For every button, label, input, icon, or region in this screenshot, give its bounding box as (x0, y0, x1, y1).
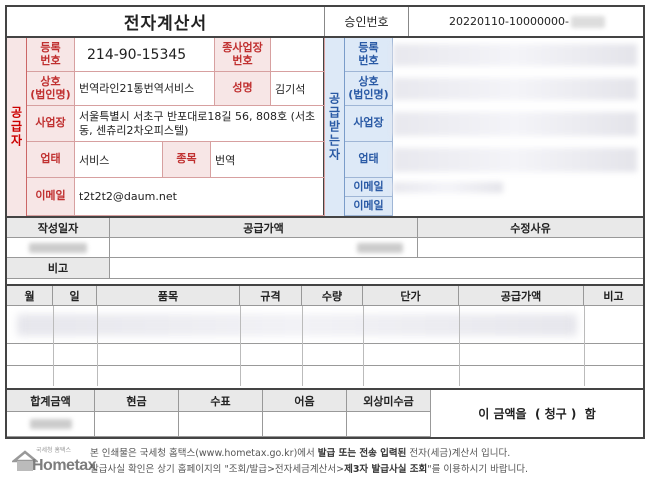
logo-subtitle: 국세청 홈택스 (36, 447, 72, 454)
supplier-address: 서울특별시 서초구 반포대로18길 56, 808호 (서초동, 센츄리2차오피… (75, 106, 325, 142)
col-item: 품목 (97, 286, 240, 306)
table-row (7, 344, 643, 366)
approval-number-label: 승인번호 (325, 7, 409, 36)
table-row (7, 366, 643, 386)
supplier-rep: 김기석 (271, 72, 325, 106)
recipient-name-label: 상호 (법인명) (345, 72, 393, 106)
footer-line-1: 본 인쇄물은 국세청 홈택스(www.hometax.go.kr)에서 발급 또… (90, 445, 510, 459)
supplier-name-label: 상호 (법인명) (27, 72, 75, 106)
credit-label: 외상미수금 (347, 390, 431, 412)
col-qty: 수량 (302, 286, 363, 306)
col-remark: 비고 (584, 286, 643, 306)
supplier-reg-no: 214-90-15345 (75, 38, 215, 72)
total-label: 합계금액 (7, 390, 95, 412)
recipient-reg-no-label: 등록 번호 (345, 38, 393, 72)
recipient-section: 공급받는자 등록 번호 상호 (법인명) 사업장 업태 이메일 이메일 (325, 38, 643, 216)
credit-value (347, 412, 431, 437)
logo-text: Hometax (32, 457, 97, 474)
supplier-rep-label: 성명 (215, 72, 271, 106)
supplier-branch-value (271, 38, 325, 72)
page-title: 전자계산서 (7, 7, 325, 36)
col-amount: 공급가액 (459, 286, 584, 306)
recipient-biztype-label: 업태 (345, 142, 393, 178)
approval-number-value: 20220110-10000000- (449, 15, 569, 28)
supplier-section: 공급자 등록 번호 214-90-15345 종사업장 번호 상호 (법인명) … (7, 38, 325, 216)
cash-label: 현금 (95, 390, 179, 412)
remark-label: 비고 (7, 258, 110, 279)
approval-number-field: 20220110-10000000- (409, 7, 643, 36)
check-label: 수표 (179, 390, 263, 412)
supplier-biztype: 서비스 (75, 142, 163, 178)
col-unit-price: 단가 (363, 286, 459, 306)
supplier-address-label: 사업장 (27, 106, 75, 142)
date-label: 작성일자 (7, 218, 110, 238)
recipient-address-label: 사업장 (345, 106, 393, 142)
note-label: 어음 (263, 390, 347, 412)
footer-line-2: 발급사실 확인은 상기 홈페이지의 "조회/발급>전자세금계산서>제3자 발급사… (90, 461, 528, 475)
reason-value (418, 238, 643, 258)
amount-value (110, 238, 418, 258)
supplier-item-label: 종목 (163, 142, 211, 178)
footer-line-1-bold: 발급 또는 전송 입력된 (317, 448, 407, 459)
amount-label: 공급가액 (110, 218, 418, 238)
footer-line-1-post: 전자(세금)계산서 입니다. (406, 448, 511, 459)
recipient-email1-redacted (393, 182, 503, 193)
items-table: 월 일 품목 규격 수량 단가 공급가액 비고 (7, 284, 643, 386)
footer-line-2-bold: 제3자 발급사실 조회 (344, 464, 428, 475)
footer-line-2-pre: 발급사실 확인은 상기 홈페이지의 "조회/발급>전자세금계산서> (90, 464, 345, 475)
recipient-email1-label: 이메일 (345, 178, 393, 197)
supplier-branch-label: 종사업장 번호 (215, 38, 271, 72)
footer: 국세청 홈택스 Hometax 본 인쇄물은 국세청 홈택스(www.homet… (12, 443, 642, 493)
totals-section: 합계금액 현금 수표 어음 외상미수금 이 금액을 ( 청구 ) 함 (7, 388, 643, 437)
remark-value (110, 258, 643, 279)
col-month: 월 (7, 286, 53, 306)
recipient-side-label: 공급받는자 (325, 38, 345, 216)
hometax-logo: 국세청 홈택스 Hometax (12, 443, 97, 477)
recipient-reg-no-redacted (393, 44, 637, 66)
note-value (263, 412, 347, 437)
table-row (7, 306, 643, 344)
supplier-email: t2t2t2@daum.net (75, 178, 325, 216)
supplier-reg-no-label: 등록 번호 (27, 38, 75, 72)
recipient-email2-label: 이메일 (345, 197, 393, 216)
reason-label: 수정사유 (418, 218, 643, 238)
summary-section: 작성일자 공급가액 수정사유 비고 (7, 216, 643, 279)
footer-line-1-pre: 본 인쇄물은 국세청 홈택스(www.hometax.go.kr)에서 (90, 448, 318, 459)
col-spec: 규격 (240, 286, 302, 306)
recipient-address-redacted (393, 112, 637, 136)
date-value (7, 238, 110, 258)
recipient-name-redacted (393, 78, 637, 100)
supplier-name: 번역라인21통번역서비스 (75, 72, 215, 106)
col-day: 일 (53, 286, 97, 306)
supplier-biztype-label: 업태 (27, 142, 75, 178)
footer-line-2-post: "를 이용하시기 바랍니다. (427, 464, 529, 475)
invoice-form: 전자계산서 승인번호 20220110-10000000- 공급자 등록 번호 … (5, 5, 645, 439)
total-value (7, 412, 95, 437)
supplier-item: 번역 (211, 142, 325, 178)
check-value (179, 412, 263, 437)
supplier-side-label: 공급자 (7, 38, 27, 216)
approval-number-redacted (570, 15, 605, 28)
invoice-header: 전자계산서 승인번호 20220110-10000000- (7, 7, 643, 38)
billing-statement: 이 금액을 ( 청구 ) 함 (478, 407, 596, 421)
recipient-biztype-redacted (393, 148, 637, 172)
supplier-email-label: 이메일 (27, 178, 75, 216)
cash-value (95, 412, 179, 437)
